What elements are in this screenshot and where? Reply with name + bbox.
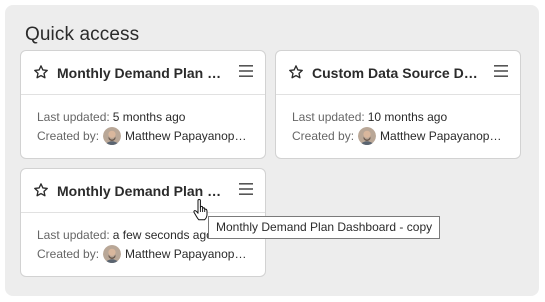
dashboard-card[interactable]: Monthly Demand Plan Dashboard - copy Las… [20,50,266,159]
creator-name: Matthew Papayanopulos [125,247,252,261]
last-updated-value: a few seconds ago [112,228,213,242]
hamburger-menu-icon[interactable] [494,65,508,77]
created-by-label: Created by: [37,129,100,143]
last-updated-value: 10 months ago [367,110,448,124]
card-title[interactable]: Monthly Demand Plan Dashboard - copy [57,183,229,199]
card-header: Custom Data Source Dashboard [276,51,520,95]
creator-name: Matthew Papayanopulos [125,129,252,143]
creator-name: Matthew Papayanopulos [380,129,507,143]
quick-access-title: Quick access [25,24,140,45]
star-icon[interactable] [33,182,49,198]
last-updated-label: Last updated: [37,110,110,124]
card-title[interactable]: Monthly Demand Plan Dashboard - copy [57,65,229,81]
dashboard-card[interactable]: Custom Data Source Dashboard Last update… [275,50,521,159]
last-updated-label: Last updated: [37,228,110,242]
created-by-label: Created by: [37,247,100,261]
last-updated-value: 5 months ago [112,110,186,124]
title-tooltip: Monthly Demand Plan Dashboard - copy [208,216,441,239]
hand-pointer-cursor-icon [193,199,208,221]
card-header: Monthly Demand Plan Dashboard - copy [21,169,265,213]
star-icon[interactable] [288,64,304,80]
avatar [103,245,122,263]
created-by-label: Created by: [292,129,355,143]
last-updated-label: Last updated: [292,110,365,124]
card-header: Monthly Demand Plan Dashboard - copy [21,51,265,95]
hamburger-menu-icon[interactable] [239,65,253,77]
created-by-row: Created by: Matthew Papayanopulos [292,127,506,145]
card-title[interactable]: Custom Data Source Dashboard [312,65,484,81]
last-updated-row: Last updated: 5 months ago [37,108,185,126]
last-updated-row: Last updated: a few seconds ago [37,226,213,244]
created-by-row: Created by: Matthew Papayanopulos [37,127,251,145]
created-by-row: Created by: Matthew Papayanopulos [37,245,251,263]
hamburger-menu-icon[interactable] [239,183,253,195]
star-icon[interactable] [33,64,49,80]
avatar [103,127,122,145]
last-updated-row: Last updated: 10 months ago [292,108,447,126]
avatar [358,127,377,145]
